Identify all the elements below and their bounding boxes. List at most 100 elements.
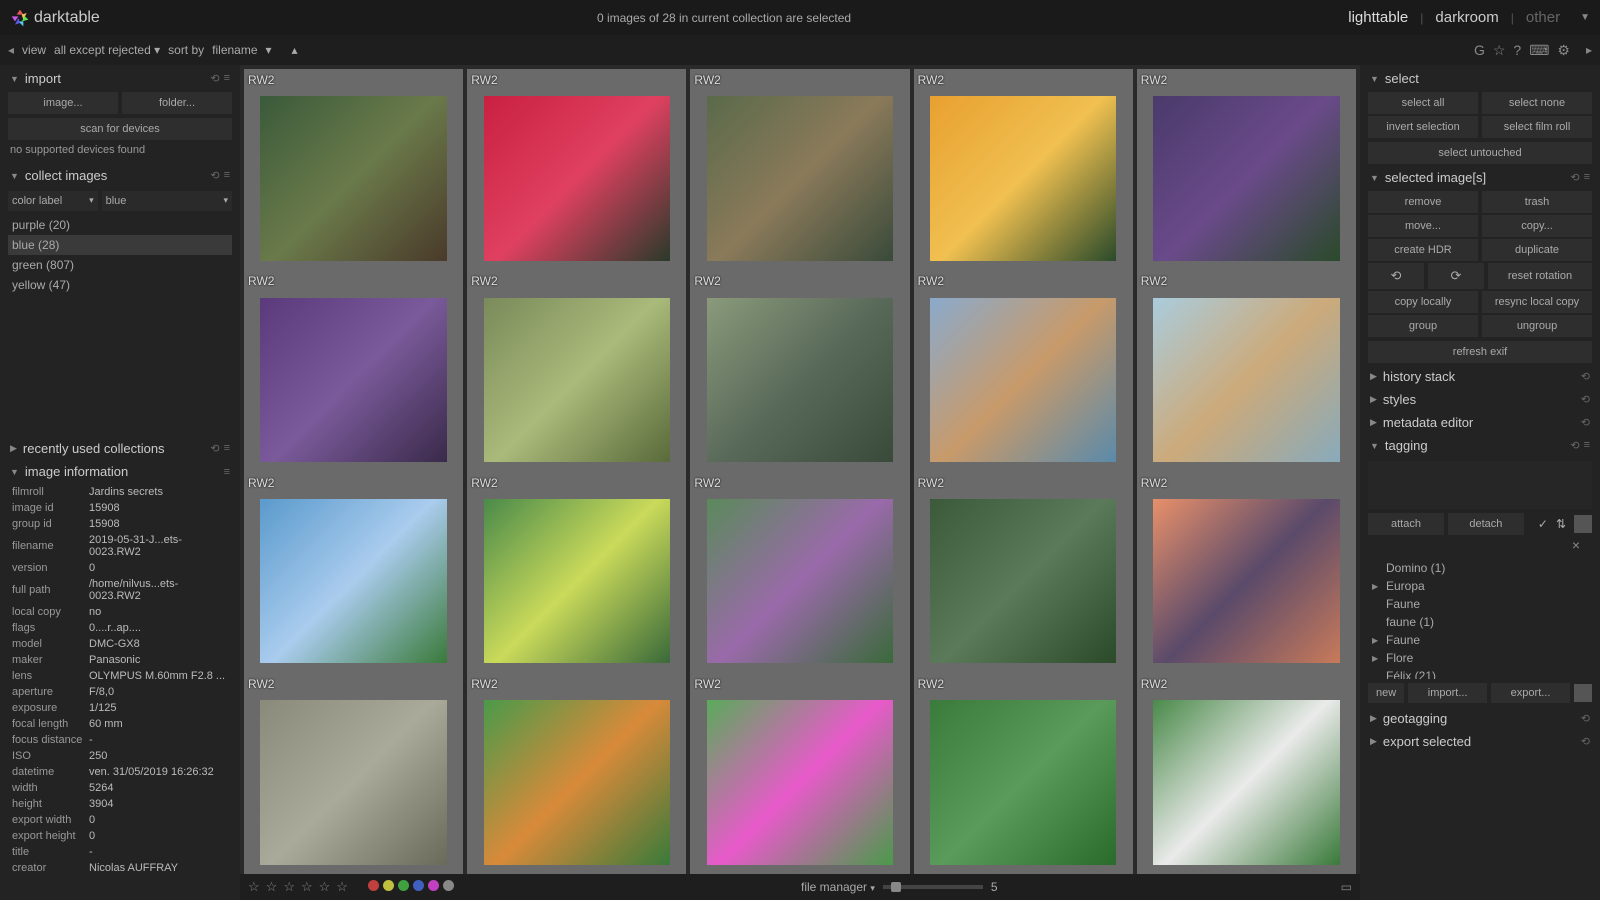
image-info-header[interactable]: ▼image information ≡	[8, 460, 232, 483]
thumbnail[interactable]: RW2	[1137, 270, 1356, 489]
thumbnail[interactable]: RW2	[244, 673, 463, 874]
thumbnail[interactable]: RW2	[690, 472, 909, 691]
new-tag-button[interactable]: new	[1368, 683, 1404, 703]
tag-item[interactable]: ▶Flore	[1368, 649, 1592, 667]
history-header[interactable]: ▶history stack⟲	[1368, 365, 1592, 388]
ungroup-button[interactable]: ungroup	[1482, 315, 1592, 337]
select-filmroll-button[interactable]: select film roll	[1482, 116, 1592, 138]
thumbnail[interactable]: RW2	[467, 673, 686, 874]
reset-icon[interactable]: ⟲	[1570, 439, 1579, 452]
tag-item[interactable]: faune (1)	[1368, 613, 1592, 631]
reset-icon[interactable]: ⟲	[210, 442, 219, 455]
thumbnail[interactable]: RW2	[914, 472, 1133, 691]
reset-icon[interactable]: ⟲	[210, 72, 219, 85]
check-icon[interactable]: ✓	[1538, 517, 1548, 531]
copy-button[interactable]: copy...	[1482, 215, 1592, 237]
thumbnail[interactable]: RW2	[244, 270, 463, 489]
recent-collections-header[interactable]: ▶recently used collections ⟲ ≡	[8, 437, 232, 460]
thumbnail[interactable]: RW2	[467, 69, 686, 288]
tag-item[interactable]: Faune	[1368, 595, 1592, 613]
thumbnail[interactable]: RW2	[1137, 69, 1356, 288]
menu-icon[interactable]: ≡	[224, 466, 230, 478]
panel-collapse-right-icon[interactable]: ▸	[1586, 43, 1592, 57]
select-all-button[interactable]: select all	[1368, 92, 1478, 114]
remove-button[interactable]: remove	[1368, 191, 1478, 213]
collect-item[interactable]: yellow (47)	[8, 275, 232, 295]
sort-icon[interactable]: ⇅	[1556, 517, 1566, 531]
duplicate-button[interactable]: duplicate	[1482, 239, 1592, 261]
menu-icon[interactable]: ≡	[1584, 171, 1590, 184]
trash-button[interactable]: trash	[1482, 191, 1592, 213]
tag-item[interactable]: ▶Faune	[1368, 631, 1592, 649]
select-none-button[interactable]: select none	[1482, 92, 1592, 114]
thumbnail[interactable]: RW2	[914, 673, 1133, 874]
menu-icon[interactable]: ≡	[1584, 439, 1590, 452]
help-icon[interactable]: ?	[1513, 42, 1521, 58]
gear-icon[interactable]: ⚙	[1557, 42, 1570, 59]
thumbnail[interactable]: RW2	[467, 472, 686, 691]
clear-tag-search-icon[interactable]: ×	[1572, 537, 1580, 553]
tab-darkroom[interactable]: darkroom	[1435, 9, 1498, 26]
star-overlay-icon[interactable]: ☆	[1493, 42, 1506, 59]
star-1[interactable]: ☆	[266, 879, 278, 895]
select-untouched-button[interactable]: select untouched	[1368, 142, 1592, 164]
star-4[interactable]: ☆	[319, 879, 331, 895]
star-0[interactable]: ☆	[248, 879, 260, 895]
star-2[interactable]: ☆	[283, 879, 295, 895]
select-header[interactable]: ▼select	[1368, 67, 1592, 90]
thumbnail[interactable]: RW2	[690, 270, 909, 489]
filter-value-select[interactable]: blue ▾	[102, 191, 232, 211]
copy-locally-button[interactable]: copy locally	[1368, 291, 1478, 313]
menu-icon[interactable]: ≡	[224, 169, 230, 182]
collect-item[interactable]: green (807)	[8, 255, 232, 275]
rotate-ccw-button[interactable]: ⟲	[1368, 263, 1424, 289]
thumbnail[interactable]: RW2	[467, 270, 686, 489]
menu-icon[interactable]: ≡	[224, 442, 230, 455]
collect-item[interactable]: purple (20)	[8, 215, 232, 235]
selected-images-header[interactable]: ▼selected image[s] ⟲ ≡	[1368, 166, 1592, 189]
tag-item[interactable]: Domino (1)	[1368, 559, 1592, 577]
thumbnail[interactable]: RW2	[1137, 673, 1356, 874]
color-label-dot[interactable]	[428, 880, 439, 891]
tag-item[interactable]: ▶Europa	[1368, 577, 1592, 595]
styles-header[interactable]: ▶styles⟲	[1368, 388, 1592, 411]
thumbnail[interactable]: RW2	[914, 69, 1133, 288]
collect-header[interactable]: ▼collect images ⟲ ≡	[8, 164, 232, 187]
thumbnail[interactable]: RW2	[244, 472, 463, 691]
geotagging-header[interactable]: ▶geotagging⟲	[1368, 707, 1592, 730]
scan-devices-button[interactable]: scan for devices	[8, 118, 232, 140]
refresh-exif-button[interactable]: refresh exif	[1368, 341, 1592, 363]
detach-button[interactable]: detach	[1448, 513, 1524, 535]
import-image-button[interactable]: image...	[8, 92, 118, 114]
color-label-dot[interactable]	[383, 880, 394, 891]
star-5[interactable]: ☆	[336, 879, 348, 895]
filter-type-select[interactable]: color label ▾	[8, 191, 98, 211]
attach-button[interactable]: attach	[1368, 513, 1444, 535]
panel-collapse-icon[interactable]: ◂	[8, 43, 14, 57]
hdr-button[interactable]: create HDR	[1368, 239, 1478, 261]
thumbnail[interactable]: RW2	[914, 270, 1133, 489]
tab-other[interactable]: other	[1526, 9, 1560, 26]
sort-direction-down[interactable]: ▾	[266, 43, 272, 57]
import-folder-button[interactable]: folder...	[122, 92, 232, 114]
color-label-dot[interactable]	[413, 880, 424, 891]
sort-direction-up[interactable]: ▴	[292, 43, 298, 57]
rotate-cw-button[interactable]: ⟳	[1428, 263, 1484, 289]
tag-item[interactable]: Félix (21)	[1368, 667, 1592, 679]
collect-item[interactable]: blue (28)	[8, 235, 232, 255]
reset-icon[interactable]: ⟲	[1570, 171, 1579, 184]
reset-icon[interactable]: ⟲	[210, 169, 219, 182]
display-icon[interactable]: ▭	[1341, 880, 1352, 894]
mode-dropdown-icon[interactable]: ▼	[1580, 12, 1590, 23]
group-button[interactable]: group	[1368, 315, 1478, 337]
thumbnail[interactable]: RW2	[690, 69, 909, 288]
tag-view-icon[interactable]	[1574, 684, 1592, 702]
list-view-icon[interactable]	[1574, 515, 1592, 533]
thumbnail[interactable]: RW2	[244, 69, 463, 288]
reset-rotation-button[interactable]: reset rotation	[1488, 263, 1592, 289]
layout-mode[interactable]: file manager ▾	[801, 880, 875, 894]
move-button[interactable]: move...	[1368, 215, 1478, 237]
metadata-header[interactable]: ▶metadata editor⟲	[1368, 411, 1592, 434]
star-3[interactable]: ☆	[301, 879, 313, 895]
tab-lighttable[interactable]: lighttable	[1348, 9, 1408, 26]
